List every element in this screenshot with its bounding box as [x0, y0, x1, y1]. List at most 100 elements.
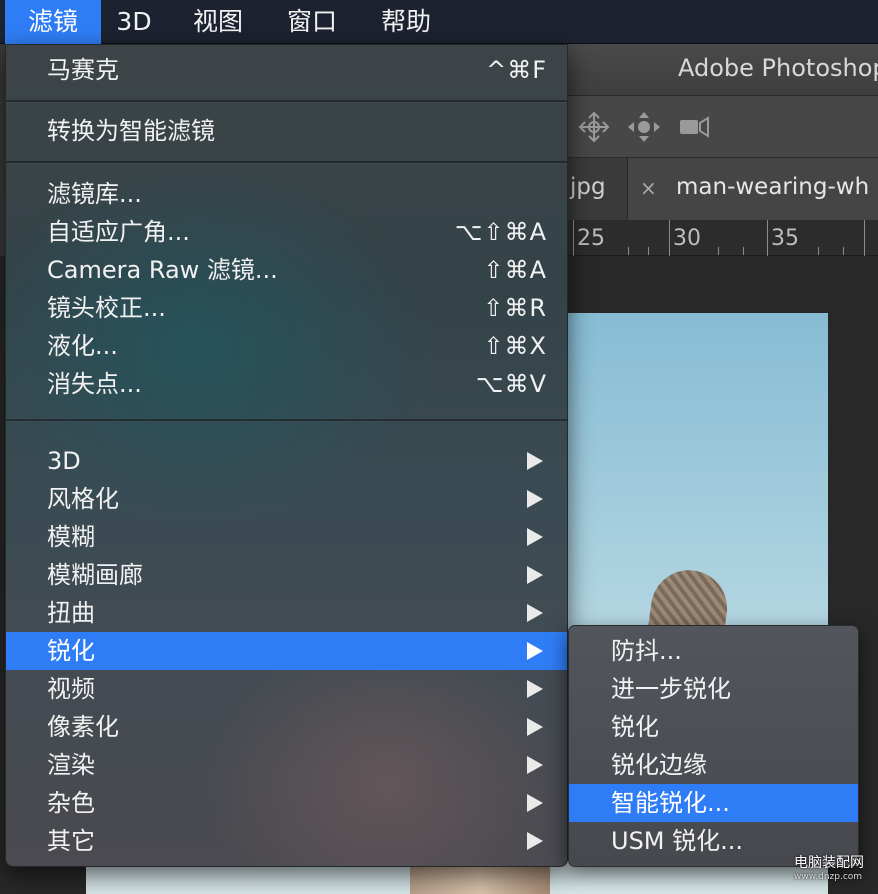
- watermark: 电脑装配网 www.dnzp.com: [794, 852, 864, 882]
- ruler-minor-tick: [843, 247, 844, 255]
- tab-label: man-wearing-wh: [676, 174, 870, 200]
- submenu-arrow-icon: [527, 756, 543, 774]
- ruler-label: 25: [577, 226, 605, 251]
- submenu-item-sharpen-more[interactable]: 进一步锐化: [569, 670, 858, 708]
- menu-item-label: 渲染: [47, 751, 95, 779]
- menu-item-filter-gallery[interactable]: 滤镜库...: [6, 175, 567, 213]
- menu-item-last-filter[interactable]: 马赛克 ^⌘F: [6, 51, 567, 89]
- ruler-minor-tick: [718, 247, 719, 255]
- submenu-arrow-icon: [527, 452, 543, 470]
- menu-item-label: 风格化: [47, 485, 119, 513]
- submenu-arrow-icon: [527, 528, 543, 546]
- menu-item-label: 消失点...: [47, 370, 142, 398]
- ruler-tick: [864, 220, 865, 256]
- menu-item-label: 扭曲: [47, 599, 95, 627]
- menu-item-label: 杂色: [47, 789, 95, 817]
- menu-separator: [6, 161, 567, 164]
- menu-item-blur-gallery[interactable]: 模糊画廊: [6, 556, 567, 594]
- menu-item-label: 自适应广角...: [47, 218, 190, 246]
- ruler-minor-tick: [818, 247, 819, 255]
- menu-item-liquify[interactable]: 液化... ⇧⌘X: [6, 327, 567, 365]
- ruler-minor-tick: [648, 247, 649, 255]
- tab-label: jpg: [570, 174, 606, 200]
- menu-view[interactable]: 视图: [177, 0, 259, 44]
- menu-item-sharpen[interactable]: 锐化: [6, 632, 567, 670]
- move-3d-icon[interactable]: [576, 110, 612, 144]
- menu-item-label: 模糊: [47, 523, 95, 551]
- ruler-tick: [669, 220, 670, 256]
- menu-item-label: 液化...: [47, 332, 118, 360]
- menu-item-adaptive-wide-angle[interactable]: 自适应广角... ⌥⇧⌘A: [6, 213, 567, 251]
- ruler-label: 30: [673, 226, 701, 251]
- menu-item-stylize[interactable]: 风格化: [6, 480, 567, 518]
- horizontal-ruler: 25 30 35: [568, 220, 878, 256]
- tab-previous-document[interactable]: jpg: [568, 158, 628, 220]
- submenu-arrow-icon: [527, 794, 543, 812]
- menu-item-shortcut: ⇧⌘A: [483, 256, 547, 284]
- close-icon[interactable]: ×: [640, 176, 657, 200]
- ruler-tick: [573, 220, 574, 256]
- menu-item-other[interactable]: 其它: [6, 822, 567, 860]
- submenu-item-smart-sharpen[interactable]: 智能锐化...: [569, 784, 858, 822]
- ruler-minor-tick: [628, 247, 629, 255]
- menu-item-pixelate[interactable]: 像素化: [6, 708, 567, 746]
- menu-item-label: 转换为智能滤镜: [47, 117, 215, 145]
- menu-item-label: 模糊画廊: [47, 561, 143, 589]
- menu-item-shortcut: ^⌘F: [486, 56, 547, 84]
- submenu-item-sharpen[interactable]: 锐化: [569, 708, 858, 746]
- menu-item-3d[interactable]: 3D: [6, 442, 567, 480]
- submenu-arrow-icon: [527, 604, 543, 622]
- window-title: Adobe Photoshop: [678, 54, 878, 82]
- submenu-arrow-icon: [527, 832, 543, 850]
- ruler-minor-tick: [743, 247, 744, 255]
- menu-item-shortcut: ⌥⌘V: [475, 370, 547, 398]
- menu-item-shortcut: ⇧⌘R: [483, 294, 547, 322]
- ruler-tick: [767, 220, 768, 256]
- menu-item-label: 锐化: [611, 713, 659, 741]
- menu-item-convert-smart-filter[interactable]: 转换为智能滤镜: [6, 112, 567, 150]
- menu-item-label: 视频: [47, 675, 95, 703]
- menu-bar: 滤镜 3D 视图 窗口 帮助: [0, 0, 878, 44]
- ruler-label: 35: [771, 226, 799, 251]
- menu-item-distort[interactable]: 扭曲: [6, 594, 567, 632]
- document-tabs: jpg × man-wearing-wh: [568, 158, 878, 220]
- pan-3d-icon[interactable]: [626, 110, 662, 144]
- photoshop-titlebar: Adobe Photoshop: [568, 44, 878, 96]
- submenu-arrow-icon: [527, 490, 543, 508]
- menu-item-label: 智能锐化...: [611, 789, 730, 817]
- tab-active-document[interactable]: × man-wearing-wh: [628, 158, 878, 220]
- submenu-arrow-icon: [527, 718, 543, 736]
- menu-item-label: 马赛克: [47, 56, 119, 84]
- menu-item-camera-raw[interactable]: Camera Raw 滤镜... ⇧⌘A: [6, 251, 567, 289]
- menu-item-label: 3D: [47, 447, 81, 475]
- menu-item-label: 滤镜库...: [47, 180, 142, 208]
- menu-item-vanishing-point[interactable]: 消失点... ⌥⌘V: [6, 365, 567, 403]
- submenu-arrow-icon: [527, 680, 543, 698]
- submenu-item-shake-reduction[interactable]: 防抖...: [569, 632, 858, 670]
- menu-item-label: Camera Raw 滤镜...: [47, 256, 278, 284]
- menu-item-blur[interactable]: 模糊: [6, 518, 567, 556]
- menu-3d[interactable]: 3D: [101, 0, 167, 44]
- menu-item-label: 锐化边缘: [611, 751, 707, 779]
- submenu-item-sharpen-edges[interactable]: 锐化边缘: [569, 746, 858, 784]
- menu-item-render[interactable]: 渲染: [6, 746, 567, 784]
- menu-item-label: 进一步锐化: [611, 675, 731, 703]
- camera-3d-icon[interactable]: [676, 110, 712, 144]
- sharpen-submenu: 防抖... 进一步锐化 锐化 锐化边缘 智能锐化... USM 锐化...: [568, 625, 859, 867]
- watermark-text: 电脑装配网: [794, 855, 864, 871]
- menu-filter[interactable]: 滤镜: [5, 0, 101, 44]
- menu-item-label: 其它: [47, 827, 95, 855]
- menu-item-video[interactable]: 视频: [6, 670, 567, 708]
- menu-item-shortcut: ⇧⌘X: [483, 332, 547, 360]
- menu-help[interactable]: 帮助: [365, 0, 447, 44]
- menu-separator: [6, 419, 567, 422]
- menu-item-lens-correction[interactable]: 镜头校正... ⇧⌘R: [6, 289, 567, 327]
- menu-item-shortcut: ⌥⇧⌘A: [454, 218, 547, 246]
- watermark-url: www.dnzp.com: [794, 872, 863, 882]
- submenu-arrow-icon: [527, 566, 543, 584]
- menu-item-noise[interactable]: 杂色: [6, 784, 567, 822]
- menu-item-label: 像素化: [47, 713, 119, 741]
- menu-window[interactable]: 窗口: [271, 0, 353, 44]
- submenu-arrow-icon: [527, 642, 543, 660]
- menu-item-label: 镜头校正...: [47, 294, 166, 322]
